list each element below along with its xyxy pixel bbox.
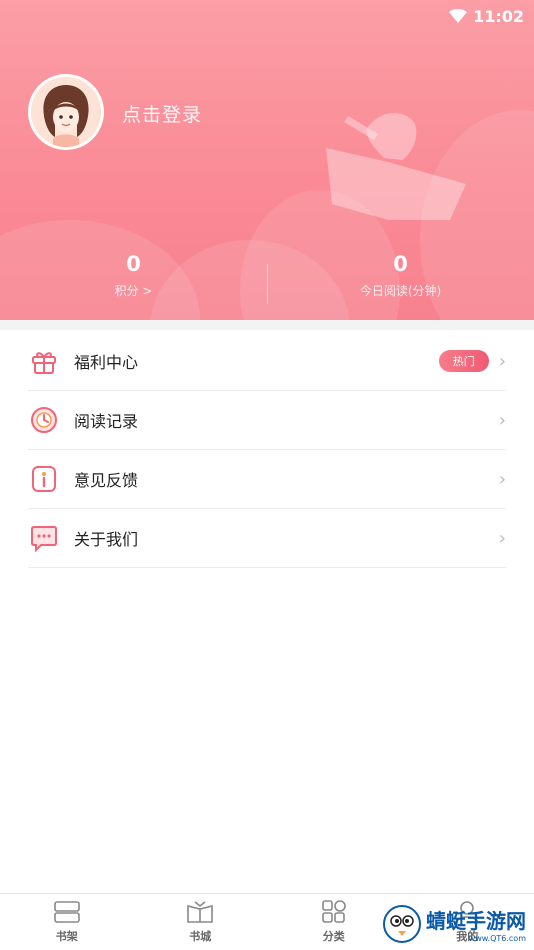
- login-link[interactable]: 点击登录: [122, 100, 202, 127]
- tab-bookshelf[interactable]: 书架: [0, 894, 134, 950]
- status-bar: 11:02: [449, 4, 524, 28]
- menu-list: 福利中心 热门 › 阅读记录 › 意见反馈 ›: [0, 332, 534, 568]
- menu-label: 阅读记录: [74, 408, 138, 432]
- category-icon: [320, 900, 348, 924]
- profile-header: 11:02 点击登录 0 积分 > 0 今日阅读(分钟): [0, 0, 534, 320]
- reading-time-label: 今日阅读(分钟): [267, 282, 534, 299]
- dragonfly-logo-icon: [382, 904, 422, 944]
- menu-item-welfare[interactable]: 福利中心 热门 ›: [28, 332, 506, 391]
- chevron-right-icon: ›: [499, 469, 506, 490]
- points-label: 积分 >: [0, 282, 267, 299]
- status-time: 11:02: [473, 7, 524, 26]
- reading-illustration-icon: [318, 100, 478, 240]
- chevron-right-icon: ›: [499, 351, 506, 372]
- tab-label: 分类: [323, 928, 345, 944]
- watermark-text: 蜻蜓手游网: [426, 905, 526, 934]
- points-stat[interactable]: 0 积分 >: [0, 252, 267, 299]
- menu-label: 关于我们: [74, 526, 138, 550]
- info-icon: [28, 463, 60, 495]
- girl-avatar-icon: [31, 77, 101, 147]
- menu-label: 福利中心: [74, 349, 138, 373]
- tab-bookstore[interactable]: 书城: [134, 894, 268, 950]
- chevron-right-icon: ›: [499, 410, 506, 431]
- tab-category[interactable]: 分类: [267, 894, 401, 950]
- hot-badge: 热门: [439, 350, 489, 372]
- chat-icon: [28, 522, 60, 554]
- bookshelf-icon: [53, 900, 81, 924]
- section-divider: [0, 320, 534, 330]
- menu-label: 意见反馈: [74, 467, 138, 491]
- bottom-tab-bar: 书架 书城 分类 我的: [0, 893, 534, 950]
- points-value: 0: [0, 252, 267, 276]
- clock-icon: [28, 404, 60, 436]
- menu-item-feedback[interactable]: 意见反馈 ›: [28, 450, 506, 509]
- bookstore-icon: [186, 900, 214, 924]
- gift-icon: [28, 345, 60, 377]
- reading-time-stat: 0 今日阅读(分钟): [267, 252, 534, 299]
- menu-item-reading-history[interactable]: 阅读记录 ›: [28, 391, 506, 450]
- wifi-icon: [449, 9, 467, 23]
- reading-time-value: 0: [267, 252, 534, 276]
- watermark-sub: www.QT6.com: [426, 934, 526, 943]
- tab-label: 书城: [189, 928, 211, 944]
- watermark: 蜻蜓手游网 www.QT6.com: [382, 904, 526, 944]
- menu-item-about[interactable]: 关于我们 ›: [28, 509, 506, 568]
- avatar[interactable]: [28, 74, 104, 150]
- chevron-right-icon: ›: [499, 528, 506, 549]
- tab-label: 书架: [56, 928, 78, 944]
